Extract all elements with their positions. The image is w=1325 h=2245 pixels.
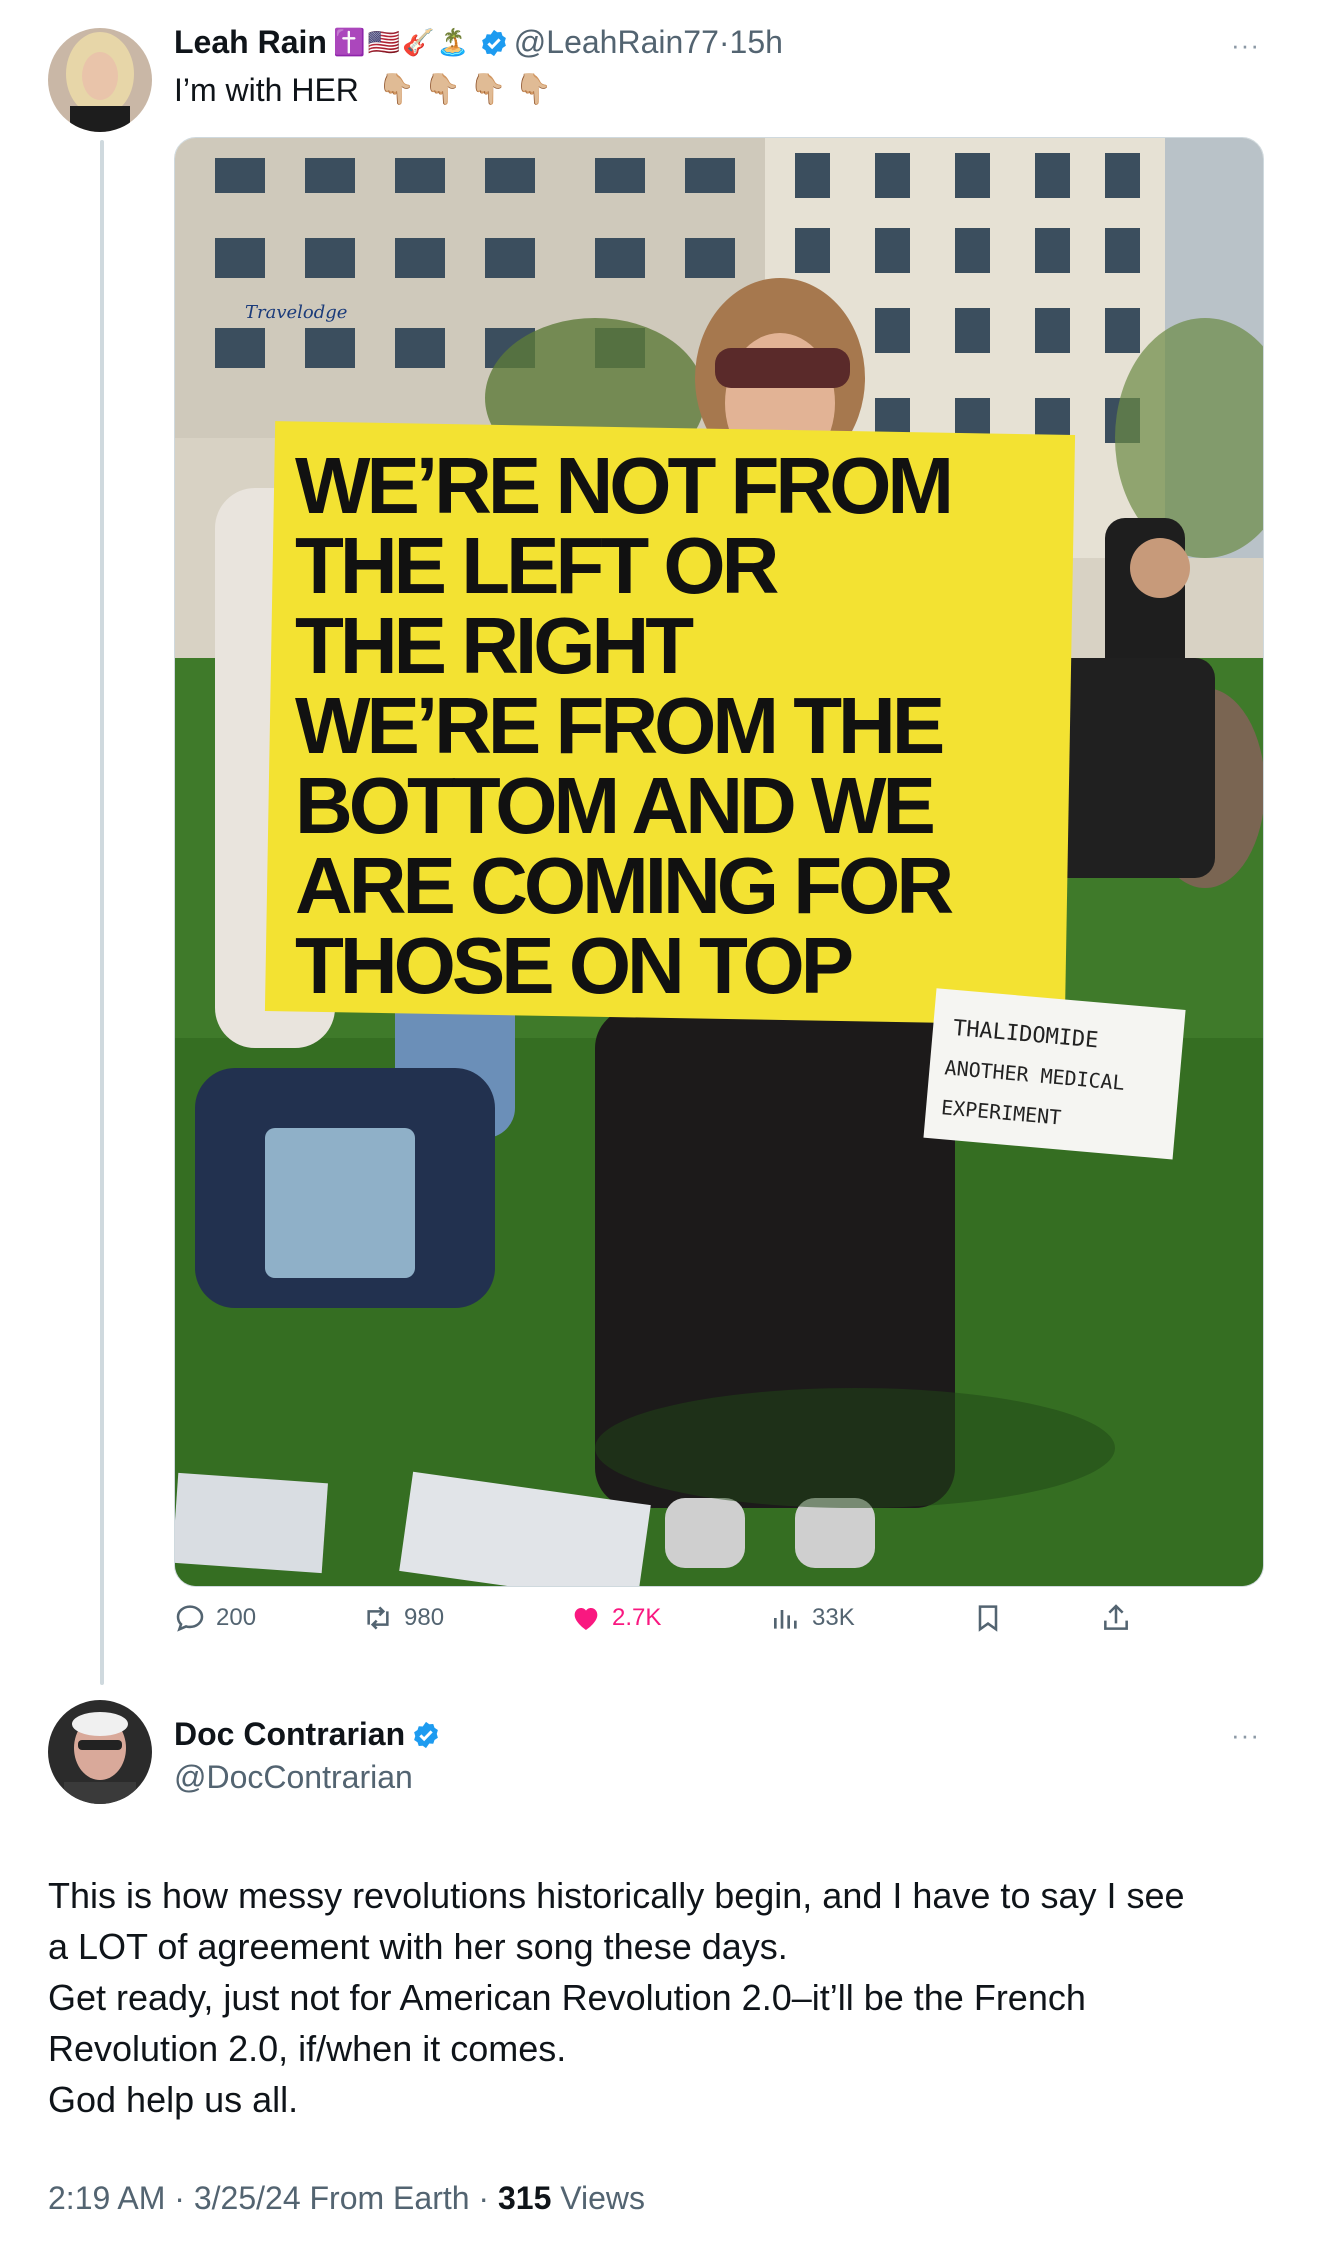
- reply-author-name[interactable]: Doc Contrarian: [174, 1716, 441, 1753]
- reply-source: From Earth: [309, 2180, 470, 2216]
- reply-date[interactable]: 3/25/24: [194, 2180, 301, 2216]
- reply-metadata: 2:19 AM · 3/25/24 From Earth · 315 Views: [48, 2180, 646, 2216]
- sign-line-5: BOTTOM AND WE: [295, 761, 933, 850]
- reply-text: This is how messy revolutions historical…: [48, 1870, 1268, 2125]
- sign-line-2: THE LEFT OR: [295, 521, 779, 610]
- bookmark-icon: [978, 1605, 998, 1632]
- post-header: Leah Rain ✝️🇺🇸🎸🏝️ @LeahRain77·15h: [174, 24, 783, 61]
- second-sign: THALIDOMIDE ANOTHER MEDICAL EXPERIMENT: [923, 988, 1186, 1160]
- island-emoji: 🏝️: [436, 27, 469, 57]
- thread-connector-line: [100, 140, 104, 1685]
- us-flag-emoji: 🇺🇸: [367, 27, 401, 57]
- more-options-icon[interactable]: ···: [1231, 30, 1260, 61]
- like-count: 2.7K: [612, 1604, 662, 1631]
- reply-count: 200: [216, 1604, 257, 1631]
- views-button[interactable]: 33K: [770, 1602, 855, 1634]
- reply-more-options-icon[interactable]: ···: [1231, 1720, 1260, 1751]
- author-handle[interactable]: @LeahRain77: [514, 24, 719, 60]
- verified-badge-icon: [482, 29, 507, 57]
- pointing-down-emojis: 👇🏼 👇🏼 👇🏼 👇🏼: [377, 73, 553, 106]
- repost-icon: [367, 1606, 389, 1630]
- sign-line-6: ARE COMING FOR: [295, 841, 953, 930]
- reply-icon: [176, 1605, 204, 1632]
- views-icon: [774, 1610, 797, 1629]
- reply-time[interactable]: 2:19 AM: [48, 2180, 165, 2216]
- author-name[interactable]: Leah Rain: [174, 24, 327, 60]
- sign-line-4: WE’RE FROM THE: [295, 681, 943, 770]
- guitar-emoji: 🎸: [402, 27, 435, 57]
- sign-line-1: WE’RE NOT FROM: [295, 441, 950, 530]
- reply-line-3: Get ready, just not for American Revolut…: [48, 1977, 1086, 2018]
- reply-author-handle[interactable]: @DocContrarian: [174, 1759, 441, 1796]
- dot-separator: ·: [718, 24, 730, 60]
- reply-line-1: This is how messy revolutions historical…: [48, 1875, 1185, 1916]
- post-text-content: I’m with HER: [174, 72, 359, 108]
- reply-button[interactable]: 200: [174, 1602, 256, 1634]
- post-image[interactable]: Travelodge WE’RE NOT FROM THE LEFT OR TH…: [174, 137, 1264, 1587]
- bookmark-button[interactable]: [972, 1602, 1004, 1634]
- protest-sign: WE’RE NOT FROM THE LEFT OR THE RIGHT WE’…: [264, 421, 1076, 1025]
- verified-badge-icon: [414, 1721, 439, 1749]
- reply-line-4: Revolution 2.0, if/when it comes.: [48, 2028, 567, 2069]
- repost-count: 980: [404, 1604, 445, 1631]
- post-time[interactable]: 15h: [730, 24, 783, 60]
- sign-line-7: THOSE ON TOP: [295, 921, 852, 1010]
- reply-header: Doc Contrarian @DocContrarian: [174, 1716, 441, 1796]
- reply-views-label: Views: [560, 2180, 646, 2216]
- repost-button[interactable]: 980: [362, 1602, 444, 1634]
- reply-line-2: a LOT of agreement with her song these d…: [48, 1926, 788, 1967]
- heart-icon: [574, 1608, 598, 1630]
- reply-views-count: 315: [497, 2180, 552, 2216]
- post-text: I’m with HER 👇🏼 👇🏼 👇🏼 👇🏼: [174, 72, 552, 109]
- leah-rain-avatar[interactable]: [48, 28, 152, 132]
- views-count: 33K: [812, 1604, 855, 1631]
- reply-line-5: God help us all.: [48, 2079, 299, 2120]
- sign-line-3: THE RIGHT: [295, 601, 694, 690]
- like-button[interactable]: 2.7K: [570, 1602, 661, 1634]
- post-actions-bar: 200 980 2.7K 33K: [174, 1602, 1174, 1648]
- cross-emoji: ✝️: [333, 27, 366, 57]
- hotel-sign-text: Travelodge: [245, 302, 347, 323]
- share-button[interactable]: [1100, 1602, 1132, 1634]
- doc-contrarian-avatar[interactable]: [48, 1700, 152, 1804]
- share-icon: [1104, 1604, 1128, 1630]
